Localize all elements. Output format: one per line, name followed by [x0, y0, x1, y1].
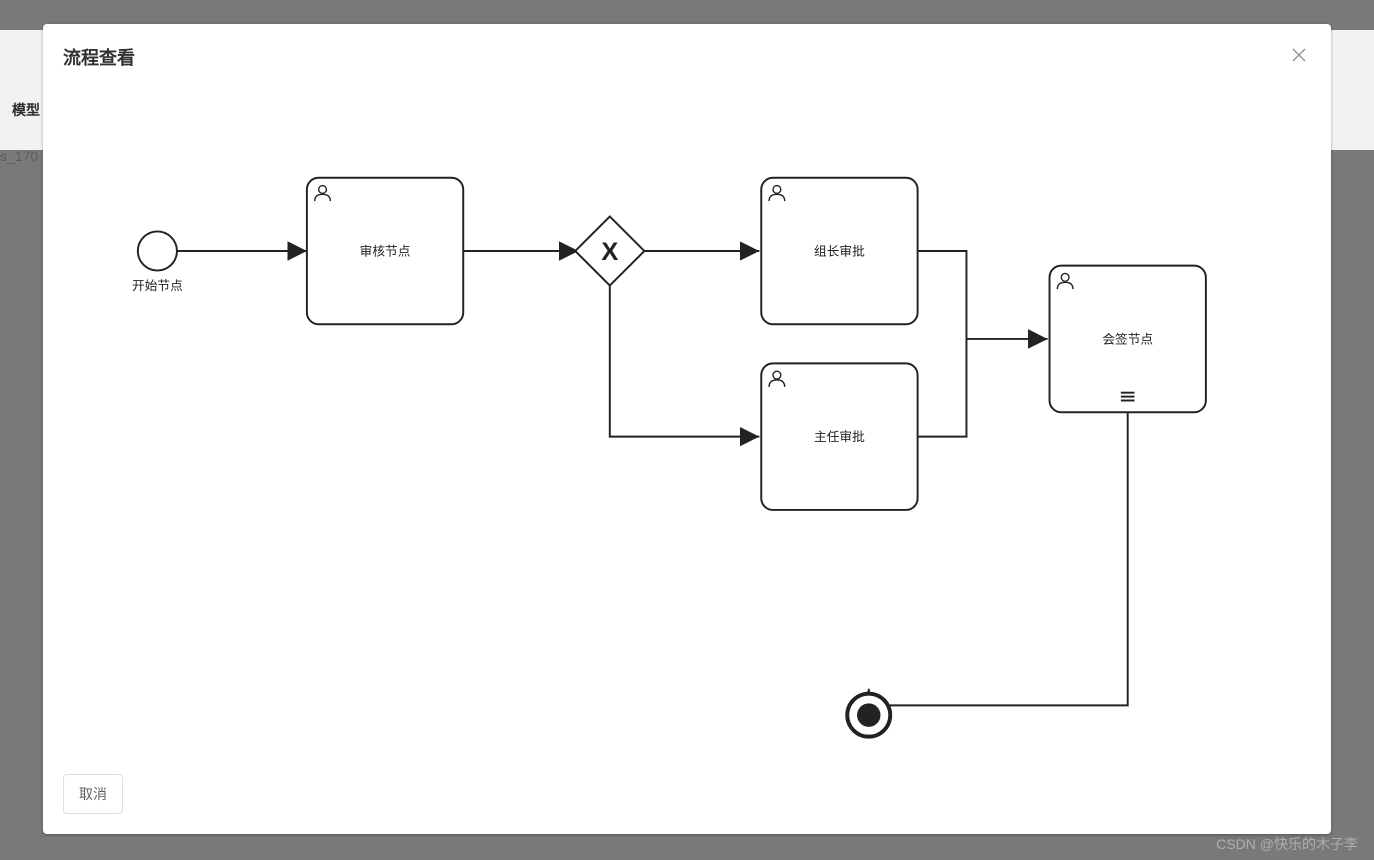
bpmn-start-event[interactable]: 开始节点	[132, 231, 183, 293]
bpmn-diagram[interactable]: 开始节点 审核节点 X	[43, 80, 1331, 764]
modal-body: 开始节点 审核节点 X	[43, 80, 1331, 764]
task-review-label: 审核节点	[360, 244, 411, 258]
bpmn-task-countersign[interactable]: 会签节点	[1050, 266, 1206, 413]
gateway-symbol: X	[601, 238, 618, 266]
bpmn-task-review[interactable]: 审核节点	[307, 178, 463, 325]
process-view-modal: 流程查看 开始节点	[43, 24, 1331, 834]
modal-footer: 取消	[43, 764, 1331, 834]
close-button[interactable]	[1291, 47, 1311, 67]
task-countersign-label: 会签节点	[1102, 331, 1153, 346]
bpmn-exclusive-gateway[interactable]: X	[575, 216, 644, 285]
cancel-button[interactable]: 取消	[63, 774, 123, 814]
bpmn-task-director[interactable]: 主任审批	[761, 363, 917, 510]
task-team-leader-label: 组长审批	[814, 244, 865, 258]
bpmn-flow-task2-task4[interactable]	[918, 251, 1048, 339]
bpmn-flow-task3-task4[interactable]	[918, 339, 967, 437]
start-event-label: 开始节点	[132, 279, 183, 293]
bpmn-flow-gateway-task3[interactable]	[610, 285, 760, 436]
bpmn-task-team-leader[interactable]: 组长审批	[761, 178, 917, 325]
bpmn-end-event[interactable]	[847, 694, 890, 737]
task-director-label: 主任审批	[814, 430, 865, 444]
close-icon	[1291, 47, 1307, 63]
modal-title: 流程查看	[63, 44, 135, 70]
modal-header: 流程查看	[43, 24, 1331, 80]
